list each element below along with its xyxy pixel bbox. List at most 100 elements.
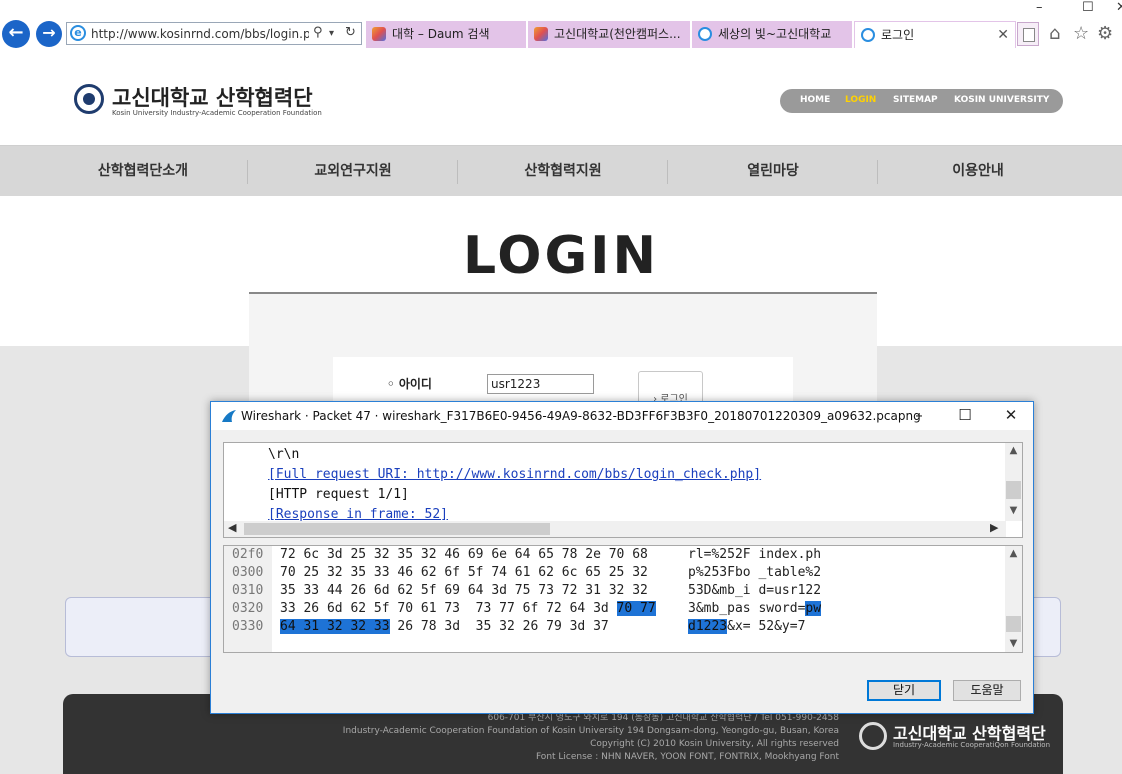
hex-offset: 0330 [232,619,264,634]
close-button[interactable]: 닫기 [867,680,941,701]
selected-ascii-bytes[interactable]: pw [805,601,822,616]
ie-page-icon: e [70,25,86,41]
window-controls: – ☐ ✕ [1012,0,1122,18]
hex-bytes: 33 26 6d 62 5f 70 61 73 73 77 6f 72 64 3… [280,601,656,616]
help-button[interactable]: 도움말 [953,680,1021,701]
detail-vertical-scrollbar[interactable]: ▲ ▼ [1005,443,1022,521]
new-tab-button[interactable] [1017,22,1039,46]
close-tab-icon[interactable]: ✕ [997,22,1009,48]
home-icon[interactable]: ⌂ [1049,23,1060,44]
search-icon[interactable]: ⚲ [313,25,323,40]
hex-row[interactable]: 02f0 72 6c 3d 25 32 35 32 46 69 6e 64 65… [224,547,1004,565]
page-title: LOGIN [462,226,660,286]
bytes-vertical-scrollbar[interactable]: ▲ ▼ [1005,546,1022,652]
close-window-icon[interactable]: ✕ [1116,0,1122,15]
tab-login-active[interactable]: 로그인 ✕ [854,21,1016,48]
tab-daum-search[interactable]: 대학 – Daum 검색 [366,21,526,48]
scroll-down-icon[interactable]: ▼ [1005,505,1022,516]
scroll-right-icon[interactable]: ▶ [990,521,998,534]
util-link-sitemap[interactable]: SITEMAP [893,95,938,105]
hex-row[interactable]: 0300 70 25 32 35 33 46 62 6f 5f 74 61 62… [224,565,1004,583]
detail-line-crlf: \r\n [268,447,300,462]
tab-kosin-university[interactable]: 세상의 빛~고신대학교 [692,21,852,48]
id-input[interactable]: usr1223 [487,374,594,394]
hex-offset: 02f0 [232,547,264,562]
scroll-up-icon[interactable]: ▲ [1005,548,1022,559]
main-nav: 산학협력단소개 교외연구지원 산학협력지원 열린마당 이용안내 [0,145,1122,196]
detail-line-http-request: [HTTP request 1/1] [268,487,409,502]
tab-label: 대학 – Daum 검색 [392,27,490,41]
footer-copyright-line: Copyright (C) 2010 Kosin University, All… [590,739,839,749]
detail-line-full-request-uri[interactable]: [Full request URI: http://www.kosinrnd.c… [268,467,761,482]
back-button[interactable]: ← [2,20,30,48]
scrollbar-thumb[interactable] [1006,616,1021,632]
maximize-dialog-icon[interactable]: ☐ [945,405,985,427]
ascii-bytes: 3&mb_pas sword=pw [688,601,822,616]
site-logo[interactable]: 고신대학교 산학협력단 Kosin University Industry-Ac… [74,84,334,120]
footer-font-license-line: Font License : NHN NAVER, YOON FONT, FON… [535,752,839,762]
dropdown-icon[interactable]: ▾ [329,28,334,39]
scrollbar-thumb[interactable] [1006,481,1021,499]
hex-bytes: 35 33 44 26 6d 62 5f 69 64 3d 75 73 72 3… [280,583,648,598]
wireshark-packet-dialog: Wireshark · Packet 47 · wireshark_F317B6… [210,401,1034,714]
scrollbar-thumb[interactable] [244,523,550,535]
forward-button[interactable]: → [36,21,62,47]
selected-hex-bytes[interactable]: 64 31 32 32 33 [280,619,390,634]
id-label: ◦ 아이디 [387,377,432,391]
dialog-titlebar[interactable]: Wireshark · Packet 47 · wireshark_F317B6… [211,402,1033,430]
ascii-bytes: 53D&mb_i d=usr122 [688,583,822,598]
settings-gear-icon[interactable]: ⚙ [1097,23,1113,44]
nav-item-open-forum[interactable]: 열린마당 [668,146,878,197]
selected-hex-bytes[interactable]: 70 77 [616,601,656,616]
minimize-window-icon[interactable]: – [1036,0,1043,15]
arrow-right-icon: → [42,23,56,42]
footer-info: 606-701 부산시 영도구 와치로 194 (동삼동) 고신대학교 산학협력… [303,712,839,764]
refresh-icon[interactable]: ↻ [345,25,356,40]
favorites-star-icon[interactable]: ☆ [1073,23,1089,44]
hex-row[interactable]: 0330 64 31 32 32 33 26 78 3d 35 32 26 79… [224,619,1004,637]
util-link-home[interactable]: HOME [800,95,830,105]
utility-nav: HOME LOGIN SITEMAP KOSIN UNIVERSITY [780,89,1063,113]
tab-label: 로그인 [881,28,915,42]
university-emblem-icon [74,84,104,114]
hex-bytes: 70 25 32 35 33 46 62 6f 5f 74 61 62 6c 6… [280,565,648,580]
ie-favicon-icon [861,28,875,42]
hex-row[interactable]: 0310 35 33 44 26 6d 62 5f 69 64 3d 75 73… [224,583,1004,601]
nav-item-about[interactable]: 산학협력단소개 [38,146,248,197]
packet-detail-pane[interactable]: \r\n [Full request URI: http://www.kosin… [223,442,1023,538]
util-link-login[interactable]: LOGIN [845,95,876,105]
ascii-bytes: rl=%252F index.ph [688,547,822,562]
scroll-left-icon[interactable]: ◀ [228,521,236,534]
browser-toolbar: ← → e http://www.kosinrnd.com/bbs/login.… [0,18,1122,50]
nav-item-external-research[interactable]: 교외연구지원 [248,146,458,197]
dialog-title: Wireshark · Packet 47 · wireshark_F317B6… [241,409,921,423]
logo-title: 고신대학교 산학협력단 [112,86,313,110]
address-bar[interactable]: e http://www.kosinrnd.com/bbs/login.php … [66,22,362,45]
tab-kosin-cheonan[interactable]: 고신대학교(천안캠퍼스... [528,21,690,48]
ascii-bytes: p%253Fbo _table%2 [688,565,822,580]
scroll-down-icon[interactable]: ▼ [1005,638,1022,649]
tab-label: 고신대학교(천안캠퍼스... [554,27,681,41]
hex-offset: 0300 [232,565,264,580]
ascii-bytes: d1223&x= 52&y=7 [688,619,806,634]
selected-ascii-bytes[interactable]: d1223 [688,619,728,634]
tab-label: 세상의 빛~고신대학교 [718,27,832,41]
nav-item-cooperation-support[interactable]: 산학협력지원 [458,146,668,197]
address-url[interactable]: http://www.kosinrnd.com/bbs/login.php [91,27,309,41]
nav-item-usage-guide[interactable]: 이용안내 [878,146,1078,197]
scroll-up-icon[interactable]: ▲ [1005,445,1022,456]
close-dialog-icon[interactable]: ✕ [991,405,1031,427]
hex-row[interactable]: 0320 33 26 6d 62 5f 70 61 73 73 77 6f 72… [224,601,1004,619]
detail-horizontal-scrollbar[interactable]: ◀ ▶ [224,521,1006,537]
detail-line-response-in-frame[interactable]: [Response in frame: 52] [268,507,448,522]
arrow-left-icon: ← [8,22,24,43]
packet-bytes-pane[interactable]: 02f0 72 6c 3d 25 32 35 32 46 69 6e 64 65… [223,545,1023,653]
util-link-kosin-university[interactable]: KOSIN UNIVERSITY [954,95,1049,105]
footer-logo: 고신대학교 산학협력단 Industry-Academic CooperatiQ… [859,720,1059,754]
footer-logo-subtitle: Industry-Academic CooperatiQon Foundatio… [893,741,1051,749]
hex-offset: 0310 [232,583,264,598]
maximize-window-icon[interactable]: ☐ [1082,0,1094,15]
minimize-dialog-icon[interactable]: – [899,405,939,427]
footer-english-address-line: Industry-Academic Cooperation Foundation… [342,726,839,736]
wireshark-fin-icon [222,410,236,422]
